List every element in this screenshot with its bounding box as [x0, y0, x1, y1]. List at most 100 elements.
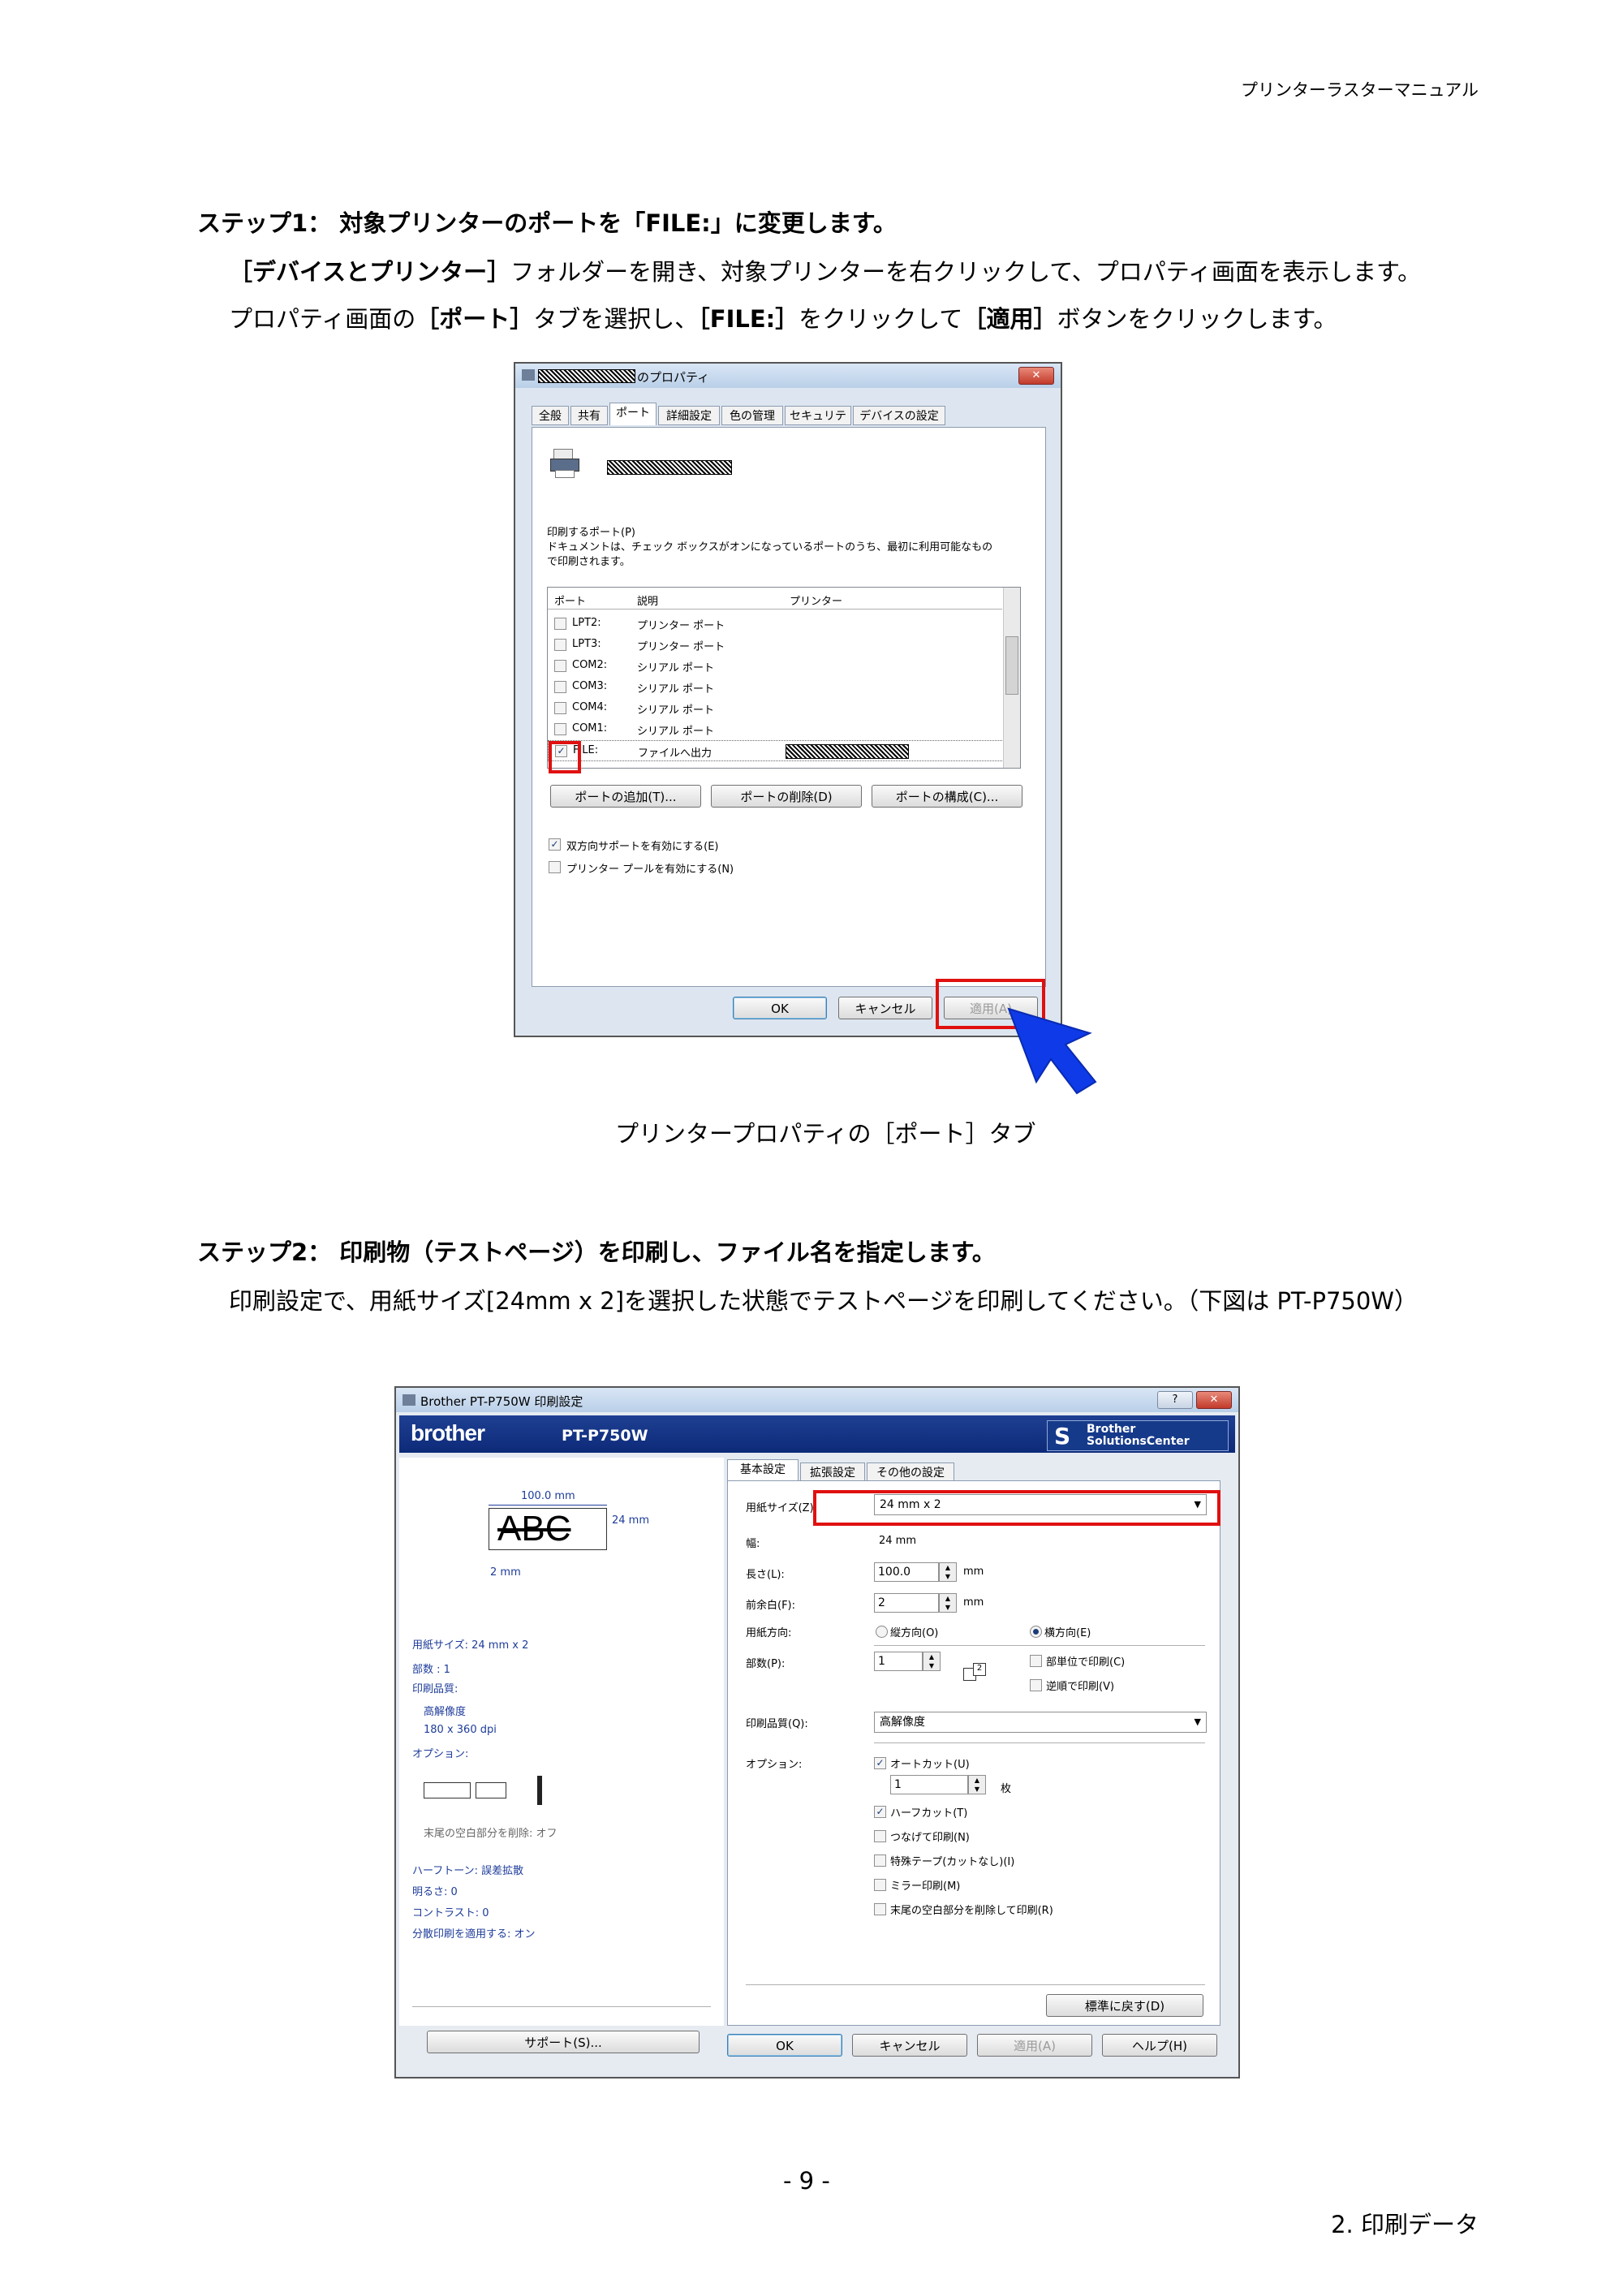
sheets-unit: 枚: [1001, 1783, 1012, 1795]
portrait-radio[interactable]: [876, 1626, 888, 1638]
summary-trim: 末尾の空白部分を削除: オフ: [424, 1828, 558, 1840]
support-button[interactable]: サポート(S)...: [427, 2031, 700, 2053]
reverse-checkbox[interactable]: [1030, 1679, 1042, 1691]
port-row[interactable]: COM4: シリアル ポート: [548, 698, 1002, 719]
feed-spinner[interactable]: ▲ ▼: [939, 1593, 957, 1613]
summary-quality-label: 印刷品質:: [412, 1683, 458, 1695]
delete-port-button[interactable]: ポートの削除(D): [711, 785, 862, 808]
preview-text: ABC: [497, 1509, 571, 1549]
tab-sharing[interactable]: 共有: [570, 406, 608, 425]
file-checkbox-highlight: [549, 741, 581, 773]
copies-input[interactable]: 1: [874, 1652, 923, 1671]
port-row[interactable]: LPT3: プリンター ポート: [548, 635, 1002, 656]
autocut-count-spinner[interactable]: ▲ ▼: [968, 1775, 986, 1794]
port-name: COM2:: [572, 659, 608, 671]
length-spinner[interactable]: ▲ ▼: [939, 1562, 957, 1582]
chain-checkbox[interactable]: [874, 1830, 886, 1842]
mirror-checkbox[interactable]: [874, 1879, 886, 1891]
port-checkbox[interactable]: [554, 660, 566, 672]
port-checkbox[interactable]: [554, 723, 566, 735]
preview-pane: 100.0 mm ABC 24 mm 2 mm 用紙サイズ: 24 mm x 2…: [399, 1458, 724, 2026]
width-label: 幅:: [746, 1538, 760, 1550]
preview-height: 24 mm: [612, 1514, 650, 1527]
add-port-button[interactable]: ポートの追加(T)...: [550, 785, 701, 808]
dialog1-tab-panel: 印刷するポート(P) ドキュメントは、チェック ボックスがオンになっているポート…: [532, 427, 1046, 987]
summary-contrast: コントラスト: 0: [412, 1907, 489, 1919]
autocut-count-input[interactable]: 1: [890, 1775, 968, 1794]
bidi-checkbox[interactable]: ✓: [549, 838, 561, 851]
port-description: プリンター ポート: [637, 620, 725, 632]
collate-checkbox[interactable]: [1030, 1655, 1042, 1667]
step1-line1-bold: ［デバイスとプリンター］: [229, 258, 511, 286]
brother-banner: brother PT-P750W S Brother SolutionsCent…: [399, 1415, 1235, 1453]
pool-checkbox[interactable]: [549, 861, 561, 873]
summary-halftone: ハーフトーン: 誤差拡散: [412, 1865, 524, 1877]
port-row[interactable]: COM2: シリアル ポート: [548, 656, 1002, 677]
feed-input[interactable]: 2: [874, 1593, 939, 1613]
dialog2-title: Brother PT-P750W 印刷設定: [420, 1394, 583, 1409]
scrollbar-thumb[interactable]: [1005, 636, 1018, 695]
trim-checkbox[interactable]: [874, 1903, 886, 1915]
dialog2-close-button[interactable]: ✕: [1196, 1391, 1232, 1409]
dialog1-title: のプロパティ: [637, 370, 710, 385]
halfcut-label: ハーフカット(T): [890, 1807, 968, 1820]
length-input[interactable]: 100.0: [874, 1562, 939, 1582]
restore-defaults-button[interactable]: 標準に戻す(D): [1046, 1994, 1203, 2017]
port-checkbox[interactable]: [554, 639, 566, 651]
dialog1-ok-button[interactable]: OK: [733, 997, 827, 1019]
solutions-center-button[interactable]: S Brother SolutionsCenter: [1047, 1420, 1229, 1451]
tab-general[interactable]: 全般: [532, 406, 569, 425]
copies-spinner[interactable]: ▲ ▼: [923, 1652, 941, 1671]
port-row[interactable]: LPT2: プリンター ポート: [548, 614, 1002, 635]
dialog1-cancel-button[interactable]: キャンセル: [838, 997, 932, 1019]
port-row[interactable]: COM3: シリアル ポート: [548, 677, 1002, 698]
pool-label: プリンター プールを有効にする(N): [566, 864, 734, 876]
summary-paper: 用紙サイズ: 24 mm x 2: [412, 1639, 529, 1652]
redacted-printer-name-3: [786, 744, 909, 759]
tab-device-settings[interactable]: デバイスの設定: [853, 406, 945, 425]
port-checkbox[interactable]: [554, 681, 566, 693]
portrait-label: 縦方向(O): [890, 1627, 939, 1639]
tab-extended[interactable]: 拡張設定: [800, 1462, 865, 1482]
dialog1-close-button[interactable]: ✕: [1018, 367, 1054, 385]
dialog1-titlebar: のプロパティ ✕: [515, 364, 1061, 388]
feed-unit: mm: [963, 1596, 984, 1609]
ports-list-scrollbar[interactable]: [1003, 588, 1020, 768]
preview-width: 100.0 mm: [521, 1490, 575, 1502]
tab-color-management[interactable]: 色の管理: [721, 406, 783, 425]
model-name: PT-P750W: [562, 1427, 648, 1445]
help-question-button[interactable]: ?: [1157, 1391, 1193, 1409]
ports-list[interactable]: ポート 説明 プリンター LPT2: プリンター ポート LPT3: プリンター…: [547, 587, 1021, 769]
step2-heading: ステップ2： 印刷物（テストページ）を印刷し、ファイル名を指定します。: [197, 1238, 996, 1266]
landscape-radio[interactable]: [1030, 1626, 1042, 1638]
dialog2-ok-button[interactable]: OK: [727, 2034, 842, 2057]
paper-size-highlight: [813, 1490, 1220, 1526]
dialog2-apply-button[interactable]: 適用(A): [977, 2034, 1092, 2057]
summary-option-label: オプション:: [412, 1748, 469, 1760]
step1-line2-t2: タブを選択し、: [533, 305, 699, 333]
col-port: ポート: [554, 596, 587, 608]
port-name: LPT2:: [572, 617, 601, 629]
configure-port-button[interactable]: ポートの構成(C)...: [872, 785, 1022, 808]
tab-ports[interactable]: ポート: [609, 403, 657, 425]
dialog2-cancel-button[interactable]: キャンセル: [852, 2034, 967, 2057]
port-checkbox[interactable]: [554, 618, 566, 630]
cut-option-icon: [424, 1776, 553, 1808]
col-description: 説明: [637, 596, 659, 608]
tab-basic[interactable]: 基本設定: [727, 1459, 799, 1482]
quality-select[interactable]: 高解像度 ▼: [874, 1712, 1207, 1733]
port-row-file[interactable]: ✓ FILE: ファイルへ出力: [548, 740, 1004, 761]
special-tape-checkbox[interactable]: [874, 1854, 886, 1867]
halfcut-checkbox[interactable]: ✓: [874, 1806, 886, 1818]
tab-security[interactable]: セキュリティ: [785, 406, 851, 442]
tab-advanced[interactable]: 詳細設定: [658, 406, 720, 425]
feed-label: 前余白(F):: [746, 1600, 796, 1612]
dialog2-help-button[interactable]: ヘルプ(H): [1102, 2034, 1217, 2057]
chevron-down-icon: ▼: [1194, 1717, 1201, 1727]
step1-line2-t1: プロパティ画面の: [229, 305, 416, 333]
port-checkbox[interactable]: [554, 702, 566, 714]
step1-line2-b1: ［ポート］: [415, 305, 534, 333]
autocut-checkbox[interactable]: ✓: [874, 1757, 886, 1769]
tab-other[interactable]: その他の設定: [867, 1462, 954, 1482]
port-row[interactable]: COM1: シリアル ポート: [548, 719, 1002, 740]
